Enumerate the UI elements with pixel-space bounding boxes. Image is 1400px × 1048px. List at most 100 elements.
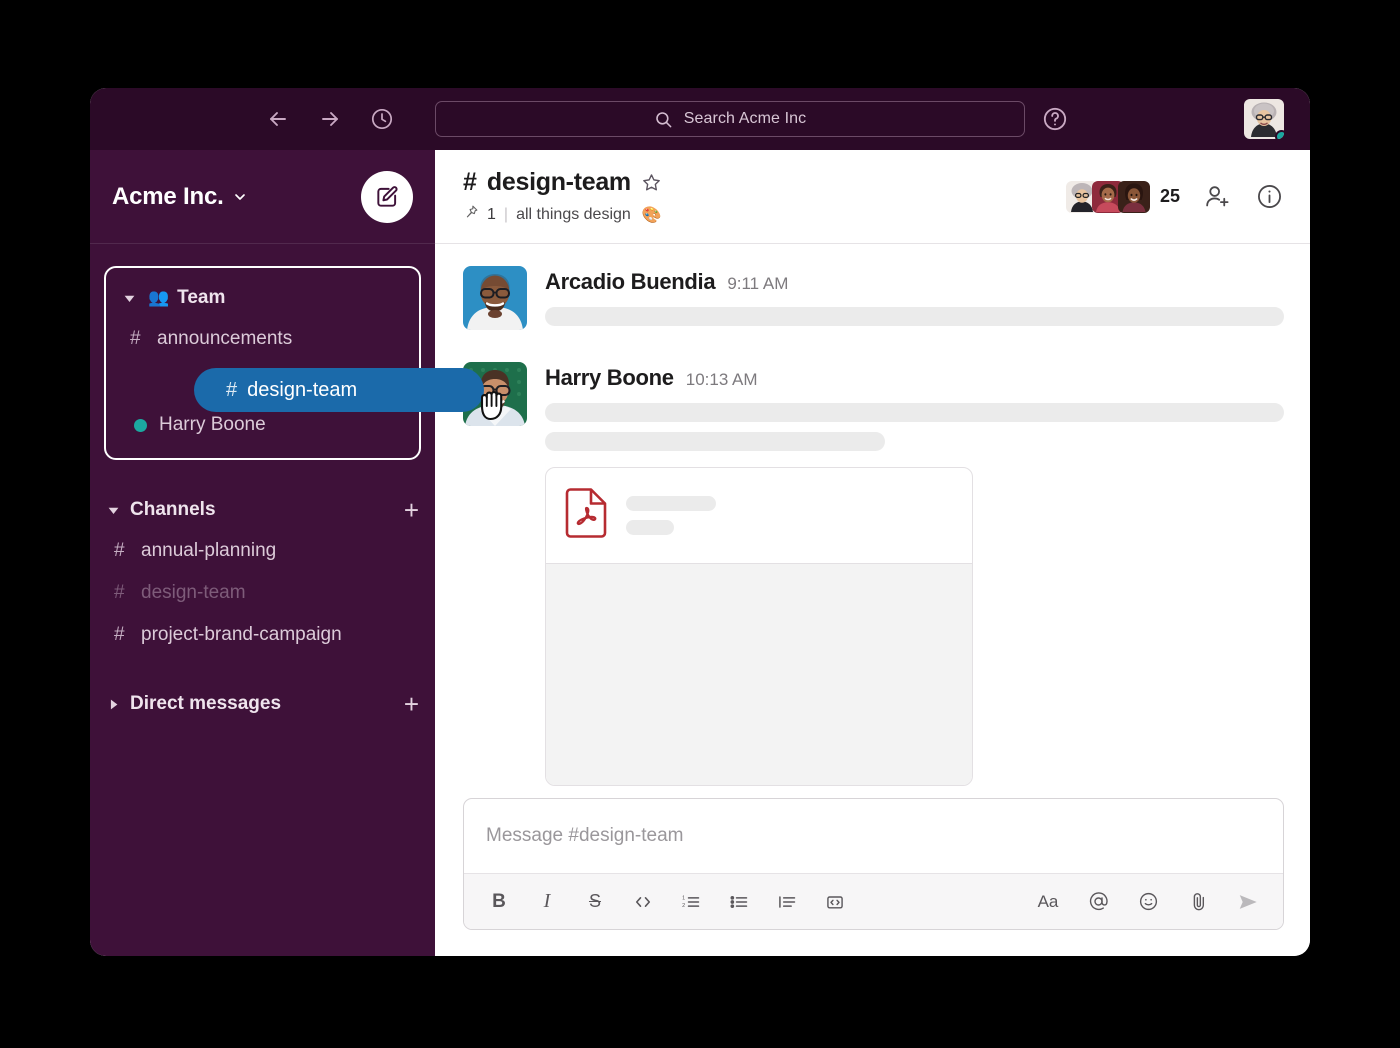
presence-indicator: [134, 418, 147, 432]
channel-header-left: # design-team 1 | all things design 🎨: [463, 168, 662, 225]
arrow-left-icon[interactable]: [265, 106, 291, 132]
hash-icon: #: [114, 582, 125, 603]
formatting-button[interactable]: Aa: [1035, 889, 1061, 915]
clock-icon[interactable]: [369, 106, 395, 132]
slack-app-window: Search Acme Inc Acme Inc. 👥 Team # annou…: [90, 88, 1310, 956]
sidebar-item-annual-planning[interactable]: # annual-planning: [90, 530, 435, 572]
channel-title-row[interactable]: # design-team: [463, 168, 662, 197]
message-header: Arcadio Buendia 9:11 AM: [545, 269, 1284, 295]
hash-icon: #: [114, 540, 125, 561]
dragged-channel-pill[interactable]: # design-team: [194, 368, 503, 421]
app-body: Acme Inc. 👥 Team # announcements Harry B…: [90, 150, 1310, 956]
add-dm-button[interactable]: +: [404, 691, 419, 717]
pdf-file-icon: [564, 488, 608, 543]
message-timestamp: 10:13 AM: [685, 370, 758, 389]
person-plus-icon[interactable]: [1202, 182, 1232, 212]
nav-controls: [265, 106, 395, 132]
avatar[interactable]: [463, 266, 527, 330]
message-text-placeholder: [545, 307, 1284, 326]
meta-separator: |: [503, 205, 509, 223]
code-button[interactable]: [630, 889, 656, 915]
presence-indicator: [1275, 130, 1284, 139]
sidebar-section-team[interactable]: 👥 Team: [106, 278, 419, 318]
pin-icon[interactable]: [463, 204, 479, 225]
message-composer: Message #design-team B I S 12 Aa: [463, 798, 1284, 930]
search-placeholder-text: Search Acme Inc: [683, 110, 807, 127]
file-attachment-card[interactable]: [545, 467, 973, 786]
palette-emoji: 🎨: [641, 206, 662, 224]
avatar: [1117, 180, 1150, 213]
message-item: Arcadio Buendia 9:11 AM: [463, 266, 1284, 336]
sidebar-item-label: Harry Boone: [159, 414, 266, 435]
message-input[interactable]: Message #design-team: [464, 799, 1283, 873]
message-timestamp: 9:11 AM: [727, 274, 789, 293]
direct-messages-section: Direct messages +: [90, 684, 435, 724]
team-section-group: 👥 Team # announcements Harry Boone # des…: [104, 266, 503, 460]
sidebar-item-label: project-brand-campaign: [141, 624, 342, 645]
star-outline-icon[interactable]: [641, 172, 662, 193]
message-body: Harry Boone 10:13 AM: [545, 362, 1284, 786]
workspace-header: Acme Inc.: [90, 150, 435, 244]
sidebar-item-label: announcements: [157, 328, 293, 349]
channel-header-right: 25: [1065, 180, 1284, 213]
emoji-button[interactable]: [1135, 889, 1161, 915]
sidebar-item-design-team[interactable]: # design-team: [90, 572, 435, 614]
message-author[interactable]: Arcadio Buendia: [545, 269, 716, 295]
caret-down-icon[interactable]: [104, 504, 122, 517]
compose-pencil-icon[interactable]: [361, 170, 413, 223]
file-size-placeholder: [626, 520, 674, 535]
people-emoji: 👥: [148, 288, 170, 307]
info-circle-icon[interactable]: [1254, 182, 1284, 212]
dragged-channel-label: design-team: [247, 378, 358, 401]
sidebar-section-channels[interactable]: Channels +: [90, 490, 435, 530]
member-count: 25: [1159, 186, 1180, 206]
top-bar: Search Acme Inc: [90, 88, 1310, 150]
hash-icon: #: [463, 168, 477, 196]
strikethrough-button[interactable]: S: [582, 889, 608, 915]
page-title: design-team: [486, 168, 631, 196]
svg-text:1: 1: [682, 895, 685, 901]
pin-count[interactable]: 1: [487, 206, 496, 224]
workspace-name[interactable]: Acme Inc.: [112, 183, 224, 211]
bulleted-list-button[interactable]: [726, 889, 752, 915]
sidebar-section-label-channels: Channels: [130, 499, 216, 520]
member-facepile[interactable]: 25: [1065, 180, 1180, 213]
search-icon: [654, 110, 673, 129]
sidebar-section-label-team: Team: [177, 287, 226, 308]
send-button[interactable]: [1235, 889, 1261, 915]
search-input[interactable]: Search Acme Inc: [435, 101, 1025, 137]
caret-down-icon[interactable]: [120, 292, 138, 305]
hash-icon: #: [130, 328, 141, 349]
message-author[interactable]: Harry Boone: [545, 365, 674, 391]
bold-button[interactable]: B: [486, 889, 512, 915]
channels-section: Channels + # annual-planning # design-te…: [90, 490, 435, 656]
message-text-placeholder: [545, 432, 885, 451]
blockquote-button[interactable]: [774, 889, 800, 915]
message-input-placeholder: Message #design-team: [486, 825, 684, 846]
mention-button[interactable]: [1085, 889, 1111, 915]
channel-meta-row: 1 | all things design 🎨: [463, 204, 662, 225]
channel-topic[interactable]: all things design: [516, 206, 631, 224]
attach-button[interactable]: [1185, 889, 1211, 915]
caret-right-icon[interactable]: [104, 698, 122, 711]
message-body: Arcadio Buendia 9:11 AM: [545, 266, 1284, 336]
avatar[interactable]: [1244, 99, 1284, 139]
message-list: Arcadio Buendia 9:11 AM Harry Boone 10:1…: [435, 244, 1310, 798]
sidebar-item-announcements[interactable]: # announcements: [106, 318, 419, 360]
file-meta-placeholder: [626, 496, 954, 535]
file-attachment-header: [546, 468, 972, 563]
arrow-right-icon[interactable]: [317, 106, 343, 132]
code-block-button[interactable]: [822, 889, 848, 915]
question-circle-icon[interactable]: [1042, 106, 1068, 132]
ordered-list-button[interactable]: 12: [678, 889, 704, 915]
add-channel-button[interactable]: +: [404, 497, 419, 523]
chevron-down-icon[interactable]: [232, 189, 248, 205]
sidebar-nav: 👥 Team # announcements Harry Boone # des…: [90, 244, 503, 724]
italic-button[interactable]: I: [534, 889, 560, 915]
composer-toolbar-right: Aa: [1035, 889, 1261, 915]
sidebar-section-direct-messages[interactable]: Direct messages +: [90, 684, 435, 724]
sidebar-item-label: annual-planning: [141, 540, 277, 561]
message-header: Harry Boone 10:13 AM: [545, 365, 1284, 391]
sidebar-item-project-brand-campaign[interactable]: # project-brand-campaign: [90, 614, 435, 656]
sidebar: Acme Inc. 👥 Team # announcements Harry B…: [90, 150, 503, 956]
